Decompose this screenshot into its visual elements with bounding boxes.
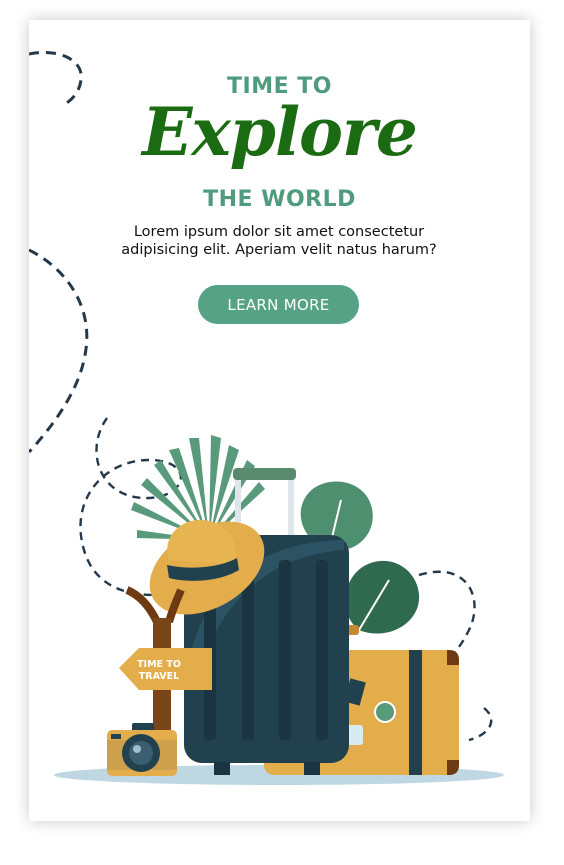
learn-more-button[interactable]: LEARN MORE — [198, 285, 359, 324]
kicker-bottom: THE WORLD — [203, 187, 356, 212]
camera-icon — [107, 723, 177, 776]
signpost-line1: TIME TO — [137, 659, 181, 670]
description-text: Lorem ipsum dolor sit amet consectetur a… — [121, 224, 437, 258]
signpost-line2: TRAVEL — [139, 671, 179, 682]
travel-illustration: TIME TO TRAVEL — [54, 417, 504, 785]
promo-card: TIME TO Explore THE WORLD Lorem ipsum do… — [29, 20, 530, 821]
headline-explore: Explore — [142, 93, 418, 171]
